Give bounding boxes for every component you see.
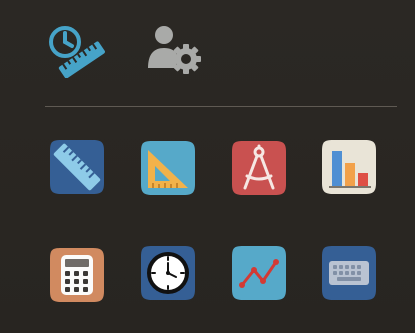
line-graph-icon [232,246,286,300]
app-calculator[interactable] [47,245,107,305]
clock-icon [141,246,195,300]
app-bar-chart[interactable] [319,137,379,197]
app-compass[interactable] [229,138,289,198]
app-line-graph[interactable] [229,243,289,303]
bar-chart-icon [322,140,376,194]
ruler-icon [50,140,104,194]
compass-icon [232,141,286,195]
set-square-icon [141,141,195,195]
divider-line [45,106,397,107]
calculator-icon [50,248,104,302]
app-clock[interactable] [138,243,198,303]
user-settings-icon[interactable] [146,22,204,74]
clock-ruler-icon[interactable] [47,24,107,78]
app-set-square[interactable] [138,138,198,198]
app-keyboard[interactable] [319,243,379,303]
app-ruler[interactable] [47,137,107,197]
app-launcher-screen [0,0,415,333]
keyboard-icon [322,246,376,300]
